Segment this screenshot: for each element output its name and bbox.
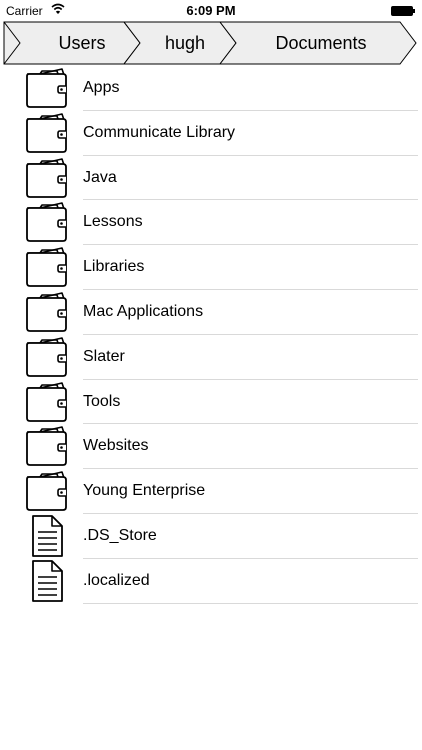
file-name: Young Enterprise [83, 482, 206, 500]
document-icon [24, 514, 68, 558]
folder-icon [24, 290, 68, 334]
folder-icon [24, 245, 68, 289]
row-separator [83, 602, 418, 604]
breadcrumb-item-users[interactable]: Users [40, 32, 124, 54]
breadcrumb: Users hugh Documents [0, 20, 422, 66]
breadcrumb-item-documents[interactable]: Documents [236, 32, 406, 54]
folder-row[interactable]: Java [0, 156, 422, 201]
folder-row[interactable]: Lessons [0, 200, 422, 246]
folder-icon [24, 469, 68, 513]
file-name: .DS_Store [83, 526, 157, 544]
file-name: Lessons [83, 213, 143, 231]
folder-row[interactable]: Communicate Library [0, 111, 422, 156]
file-name: .localized [83, 571, 150, 589]
folder-icon [24, 335, 68, 379]
folder-icon [24, 380, 68, 424]
file-row[interactable]: .localized [0, 559, 422, 604]
folder-row[interactable]: Websites [0, 424, 422, 470]
file-name: Apps [83, 79, 120, 96]
folder-icon [24, 111, 68, 155]
folder-icon [24, 156, 68, 200]
status-bar: Carrier 6:09 PM [0, 0, 422, 20]
file-name: Tools [83, 392, 121, 410]
clock: 6:09 PM [186, 3, 236, 18]
breadcrumb-item-hugh[interactable]: hugh [140, 32, 230, 54]
file-name: Java [83, 168, 117, 186]
folder-row[interactable]: Tools [0, 380, 422, 425]
file-list: Apps Communicate Library Java Lessons Librar… [0, 66, 422, 604]
folder-row[interactable]: Young Enterprise [0, 469, 422, 514]
file-name: Libraries [83, 258, 145, 276]
file-row[interactable]: .DS_Store [0, 514, 422, 559]
battery-icon [391, 6, 415, 16]
folder-row[interactable]: Mac Applications [0, 290, 422, 335]
document-icon [24, 559, 68, 603]
folder-icon [24, 424, 68, 468]
file-name: Mac Applications [83, 302, 204, 320]
folder-icon [24, 200, 68, 244]
folder-row[interactable]: Slater [0, 335, 422, 380]
folder-row[interactable]: Apps [0, 66, 422, 111]
file-name: Websites [83, 437, 149, 455]
folder-icon [24, 66, 68, 110]
folder-row[interactable]: Libraries [0, 245, 422, 290]
file-name: Slater [83, 347, 125, 365]
file-name: Communicate Library [83, 123, 236, 141]
